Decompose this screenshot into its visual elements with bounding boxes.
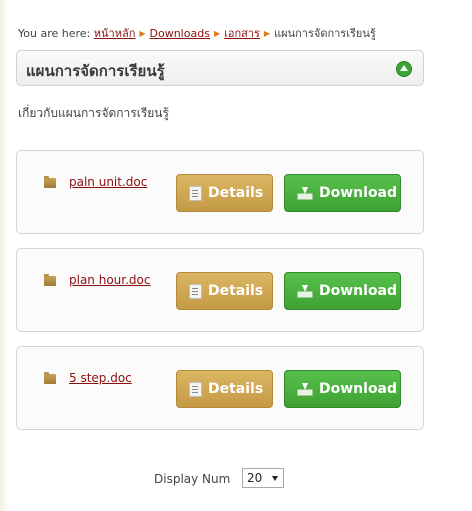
breadcrumb-link-home[interactable]: หน้าหลัก <box>94 27 136 40</box>
file-link[interactable]: paln unit.doc <box>69 175 147 189</box>
breadcrumb-separator-icon: ▶ <box>213 29 221 38</box>
collapse-up-icon[interactable] <box>396 61 412 77</box>
details-button-label: Details <box>208 283 264 299</box>
details-button[interactable]: Details <box>176 370 273 408</box>
file-icon <box>44 372 56 384</box>
file-card: plan hour.doc Details Download <box>16 248 424 332</box>
breadcrumb: You are here: หน้าหลัก ▶ Downloads ▶ เอกสาร ▶… <box>18 24 376 42</box>
section-header: แผนการจัดการเรียนรู้ <box>16 50 424 86</box>
download-button[interactable]: Download <box>284 370 401 408</box>
page-edge-shadow <box>0 0 8 511</box>
breadcrumb-prefix: You are here: <box>18 27 91 40</box>
details-button[interactable]: Details <box>176 174 273 212</box>
breadcrumb-current: แผนการจัดการเรียนรู้ <box>274 27 376 40</box>
chevron-down-icon <box>272 476 278 481</box>
document-icon <box>189 381 202 397</box>
file-card: 5 step.doc Details Download <box>16 346 424 430</box>
download-icon <box>297 284 313 298</box>
download-button-label: Download <box>319 185 398 201</box>
download-button-label: Download <box>319 381 398 397</box>
section-description: เกี่ยวกับแผนการจัดการเรียนรู้ <box>18 106 169 120</box>
download-button[interactable]: Download <box>284 272 401 310</box>
download-button-label: Download <box>319 283 398 299</box>
breadcrumb-separator-icon: ▶ <box>263 29 271 38</box>
display-num-label: Display Num <box>154 472 231 486</box>
download-icon <box>297 382 313 396</box>
file-card: paln unit.doc Details Download <box>16 150 424 234</box>
breadcrumb-link-documents[interactable]: เอกสาร <box>224 27 260 40</box>
file-link[interactable]: 5 step.doc <box>69 371 132 385</box>
details-button-label: Details <box>208 381 264 397</box>
section-title: แผนการจัดการเรียนรู้ <box>26 62 165 80</box>
display-num-value: 20 <box>247 471 263 485</box>
breadcrumb-link-downloads[interactable]: Downloads <box>150 27 210 40</box>
download-button[interactable]: Download <box>284 174 401 212</box>
document-icon <box>189 283 202 299</box>
details-button-label: Details <box>208 185 264 201</box>
file-icon <box>44 176 56 188</box>
display-num-select[interactable]: 20 <box>242 468 284 488</box>
breadcrumb-separator-icon: ▶ <box>139 29 146 38</box>
details-button[interactable]: Details <box>176 272 273 310</box>
file-link[interactable]: plan hour.doc <box>69 273 150 287</box>
file-icon <box>44 274 56 286</box>
document-icon <box>189 185 202 201</box>
download-icon <box>297 186 313 200</box>
